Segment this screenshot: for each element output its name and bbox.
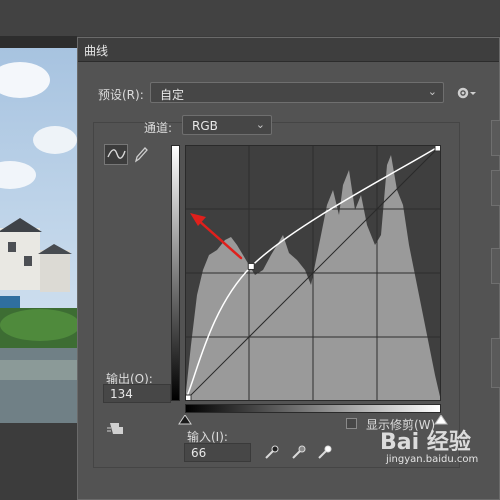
watermark: Bai 经验 jingyan.baidu.com [360, 420, 500, 500]
watermark-logo: Bai 经验 [380, 430, 471, 455]
watermark-url: jingyan.baidu.com [386, 454, 479, 465]
